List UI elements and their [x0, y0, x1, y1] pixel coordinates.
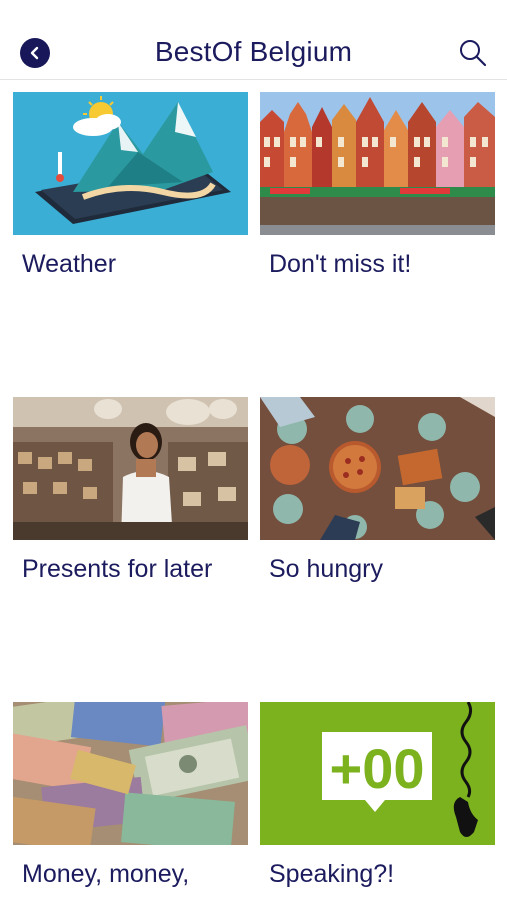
tile-label: Money, money, [22, 860, 190, 888]
tile-label: Weather [22, 250, 117, 278]
svg-text:+00: +00 [330, 737, 425, 800]
category-tile-weather[interactable]: Weather [13, 92, 248, 278]
category-tile-money[interactable]: Money, money, [13, 702, 248, 888]
search-icon [460, 40, 487, 67]
tile-label: So hungry [269, 555, 383, 583]
weather-tablet-mountains-illustration [13, 92, 248, 235]
page-title: BestOf Belgium [154, 36, 353, 67]
bruges-market-square-photo [260, 92, 495, 235]
category-tile-presents-for-later[interactable]: Presents for later [13, 397, 248, 583]
shared-pizza-table-photo [260, 397, 495, 540]
world-banknotes-photo [13, 702, 248, 845]
category-tile-speaking[interactable]: +00 Speaking?! [260, 702, 495, 888]
gift-shop-woman-photo [13, 397, 248, 540]
search-button[interactable] [458, 38, 488, 68]
phone-country-code-plus00-icon: +00 [260, 702, 495, 845]
tile-label: Presents for later [22, 555, 213, 583]
tile-label: Speaking?! [269, 860, 395, 888]
tile-label: Don't miss it! [269, 250, 412, 278]
category-tile-dont-miss-it[interactable]: Don't miss it! [260, 92, 495, 278]
category-tile-so-hungry[interactable]: So hungry [260, 397, 495, 583]
app-header: BestOf Belgium [0, 0, 507, 80]
